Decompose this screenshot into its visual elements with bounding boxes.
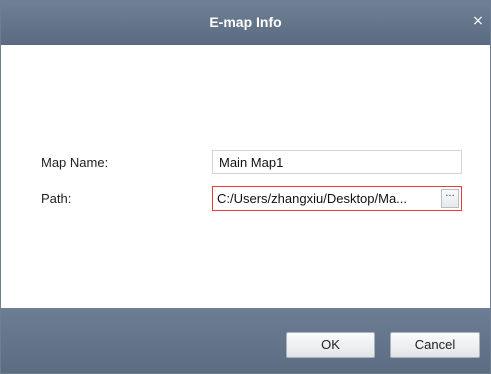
browse-button[interactable]: ··· [441,189,459,208]
cancel-button[interactable]: Cancel [390,332,480,358]
dialog-footer: OK Cancel [1,308,490,373]
close-icon[interactable]: × [470,13,486,29]
dialog-titlebar[interactable]: E-map Info × [1,1,490,45]
path-input[interactable]: C:/Users/zhangxiu/Desktop/Ma... [217,191,439,206]
map-name-label: Map Name: [41,155,109,170]
path-label: Path: [41,191,72,206]
dialog-title: E-map Info [209,14,282,30]
emap-info-dialog: E-map Info × Map Name: Main Map1 Path: C… [0,0,491,374]
path-field[interactable]: C:/Users/zhangxiu/Desktop/Ma... ··· [212,186,462,211]
ok-button[interactable]: OK [286,332,375,358]
map-name-input[interactable]: Main Map1 [212,150,462,174]
dialog-content: Map Name: Main Map1 Path: C:/Users/zhang… [1,45,490,308]
